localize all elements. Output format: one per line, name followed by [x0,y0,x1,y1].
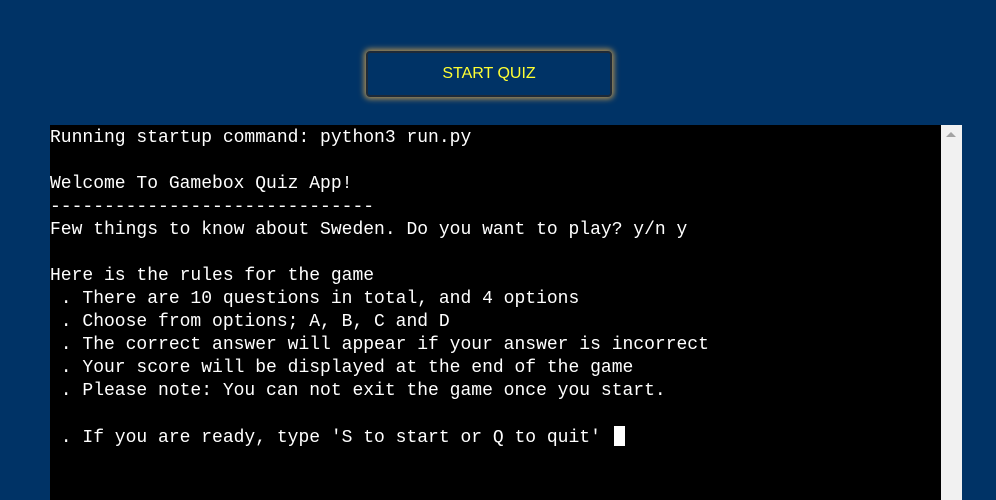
terminal-line: . Your score will be displayed at the en… [50,358,634,378]
terminal-line: Running startup command: python3 run.py [50,128,472,148]
terminal-prompt: . If you are ready, type 'S to start or … [50,428,612,448]
terminal-window[interactable]: Running startup command: python3 run.py W… [50,125,941,500]
terminal-input-line: . If you are ready, type 'S to start or … [50,426,941,449]
terminal-line: Welcome To Gamebox Quiz App! [50,174,353,194]
terminal-line: ------------------------------ [50,197,375,217]
scroll-up-arrow-icon[interactable] [946,132,956,137]
terminal-line: Few things to know about Sweden. Do you … [50,220,688,240]
start-quiz-button[interactable]: START QUIZ [366,51,612,97]
terminal-line: . There are 10 questions in total, and 4… [50,289,580,309]
terminal-line: . Choose from options; A, B, C and D [50,312,450,332]
terminal-line: . Please note: You can not exit the game… [50,381,666,401]
terminal-cursor [613,426,625,446]
terminal-output: Running startup command: python3 run.py W… [50,125,941,449]
terminal-line: . The correct answer will appear if your… [50,335,709,355]
terminal-scrollbar[interactable] [941,125,962,500]
terminal-line: Here is the rules for the game [50,266,375,286]
